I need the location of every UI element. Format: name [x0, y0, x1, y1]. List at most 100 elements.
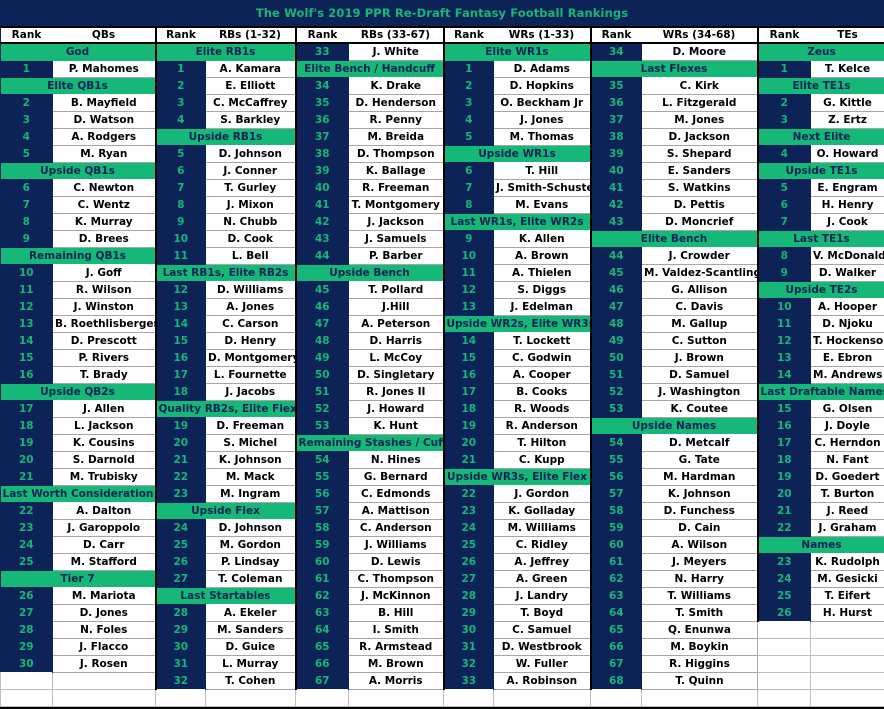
player-name[interactable]: J. Flacco: [53, 638, 156, 655]
player-name[interactable]: A. Wilson: [642, 536, 758, 553]
player-name[interactable]: D. Samuel: [642, 366, 758, 383]
player-name[interactable]: J. Washington: [642, 383, 758, 400]
player-name[interactable]: R. Anderson: [494, 417, 591, 434]
player-name[interactable]: B. Mayfield: [53, 94, 156, 111]
player-name[interactable]: J. Winston: [53, 298, 156, 315]
player-name[interactable]: L. Bell: [206, 247, 296, 264]
player-name[interactable]: D. Pettis: [642, 196, 758, 213]
player-name[interactable]: D. Williams: [206, 281, 296, 298]
player-name[interactable]: P. Lindsay: [206, 553, 296, 570]
player-name[interactable]: D. Watson: [53, 111, 156, 128]
player-name[interactable]: J. Allen: [53, 400, 156, 417]
player-name[interactable]: M. Ryan: [53, 145, 156, 162]
player-name[interactable]: C. Carson: [206, 315, 296, 332]
player-name[interactable]: T. Eifert: [811, 587, 884, 604]
player-name[interactable]: M. Jones: [642, 111, 758, 128]
player-name[interactable]: T. Cohen: [206, 672, 296, 689]
player-name[interactable]: T. Williams: [642, 587, 758, 604]
player-name[interactable]: J. Brown: [642, 349, 758, 366]
player-name[interactable]: K. Murray: [53, 213, 156, 230]
player-name[interactable]: M. Boykin: [642, 638, 758, 655]
player-name[interactable]: D. Moncrief: [642, 213, 758, 230]
player-name[interactable]: M. Evans: [494, 196, 591, 213]
player-name[interactable]: C. Edmonds: [349, 485, 444, 502]
player-name[interactable]: D. Johnson: [206, 145, 296, 162]
player-name[interactable]: J. Rosen: [53, 655, 156, 672]
player-name[interactable]: T. Gurley: [206, 179, 296, 196]
player-name[interactable]: D. Guice: [206, 638, 296, 655]
player-name[interactable]: T. Lockett: [494, 332, 591, 349]
player-name[interactable]: M. Gordon: [206, 536, 296, 553]
player-name[interactable]: P. Barber: [349, 247, 444, 264]
player-name[interactable]: G. Olsen: [811, 400, 884, 417]
player-name[interactable]: J. Landry: [494, 587, 591, 604]
player-name[interactable]: J. Edelman: [494, 298, 591, 315]
player-name[interactable]: J. Jones: [494, 111, 591, 128]
player-name[interactable]: P. Mahomes: [53, 61, 156, 78]
player-name[interactable]: D. Njoku: [811, 315, 884, 332]
player-name[interactable]: D. Prescott: [53, 332, 156, 349]
player-name[interactable]: N. Hines: [349, 451, 444, 468]
player-name[interactable]: T. Brady: [53, 366, 156, 383]
player-name[interactable]: A. Robinson: [494, 672, 591, 689]
player-name[interactable]: D. Brees: [53, 230, 156, 247]
player-name[interactable]: J. Reed: [811, 502, 884, 519]
player-name[interactable]: M. Breida: [349, 128, 444, 145]
player-name[interactable]: T. Montgomery: [349, 196, 444, 213]
player-name[interactable]: C. Newton: [53, 179, 156, 196]
player-name[interactable]: M. Gallup: [642, 315, 758, 332]
player-name[interactable]: E. Engram: [811, 179, 884, 196]
player-name[interactable]: M. Trubisky: [53, 468, 156, 485]
player-name[interactable]: J. Jackson: [349, 213, 444, 230]
player-name[interactable]: G. Kittle: [811, 94, 884, 111]
player-name[interactable]: D. Thompson: [349, 145, 444, 162]
player-name[interactable]: T. Quinn: [642, 672, 758, 689]
player-name[interactable]: J. Williams: [349, 536, 444, 553]
player-name[interactable]: J. Howard: [349, 400, 444, 417]
player-name[interactable]: C. McCaffrey: [206, 94, 296, 111]
player-name[interactable]: K. Hunt: [349, 417, 444, 434]
player-name[interactable]: B. Roethlisberger: [53, 315, 156, 332]
player-name[interactable]: J. Gordon: [494, 485, 591, 502]
player-name[interactable]: R. Wilson: [53, 281, 156, 298]
player-name[interactable]: A. Jones: [206, 298, 296, 315]
player-name[interactable]: D. Moore: [642, 43, 758, 61]
player-name[interactable]: J. Graham: [811, 519, 884, 536]
player-name[interactable]: J. Cook: [811, 213, 884, 230]
player-name[interactable]: R. Armstead: [349, 638, 444, 655]
player-name[interactable]: S. Barkley: [206, 111, 296, 128]
player-name[interactable]: S. Shepard: [642, 145, 758, 162]
player-name[interactable]: S. Michel: [206, 434, 296, 451]
player-name[interactable]: M. Andrews: [811, 366, 884, 383]
player-name[interactable]: K. Golladay: [494, 502, 591, 519]
player-name[interactable]: J. Meyers: [642, 553, 758, 570]
player-name[interactable]: C. Kirk: [642, 77, 758, 94]
player-name[interactable]: K. Drake: [349, 77, 444, 94]
player-name[interactable]: J. Smith-Schuster: [494, 179, 591, 196]
player-name[interactable]: J. Conner: [206, 162, 296, 179]
player-name[interactable]: R. Jones II: [349, 383, 444, 400]
player-name[interactable]: A. Dalton: [53, 502, 156, 519]
player-name[interactable]: L. Murray: [206, 655, 296, 672]
player-name[interactable]: S. Diggs: [494, 281, 591, 298]
player-name[interactable]: D. Harris: [349, 332, 444, 349]
player-name[interactable]: C. Kupp: [494, 451, 591, 468]
player-name[interactable]: J. Mixon: [206, 196, 296, 213]
player-name[interactable]: D. Funchess: [642, 502, 758, 519]
player-name[interactable]: J. Goff: [53, 264, 156, 281]
player-name[interactable]: K. Coutee: [642, 400, 758, 417]
player-name[interactable]: L. Fournette: [206, 366, 296, 383]
player-name[interactable]: J. Doyle: [811, 417, 884, 434]
player-name[interactable]: S. Watkins: [642, 179, 758, 196]
player-name[interactable]: T. Hilton: [494, 434, 591, 451]
player-name[interactable]: D. Hopkins: [494, 77, 591, 94]
player-name[interactable]: A. Kamara: [206, 61, 296, 78]
player-name[interactable]: C. Godwin: [494, 349, 591, 366]
player-name[interactable]: E. Sanders: [642, 162, 758, 179]
player-name[interactable]: M. Hardman: [642, 468, 758, 485]
player-name[interactable]: M. Brown: [349, 655, 444, 672]
player-name[interactable]: E. Elliott: [206, 77, 296, 94]
player-name[interactable]: M. Gesicki: [811, 570, 884, 587]
player-name[interactable]: D. Carr: [53, 536, 156, 553]
player-name[interactable]: L. McCoy: [349, 349, 444, 366]
